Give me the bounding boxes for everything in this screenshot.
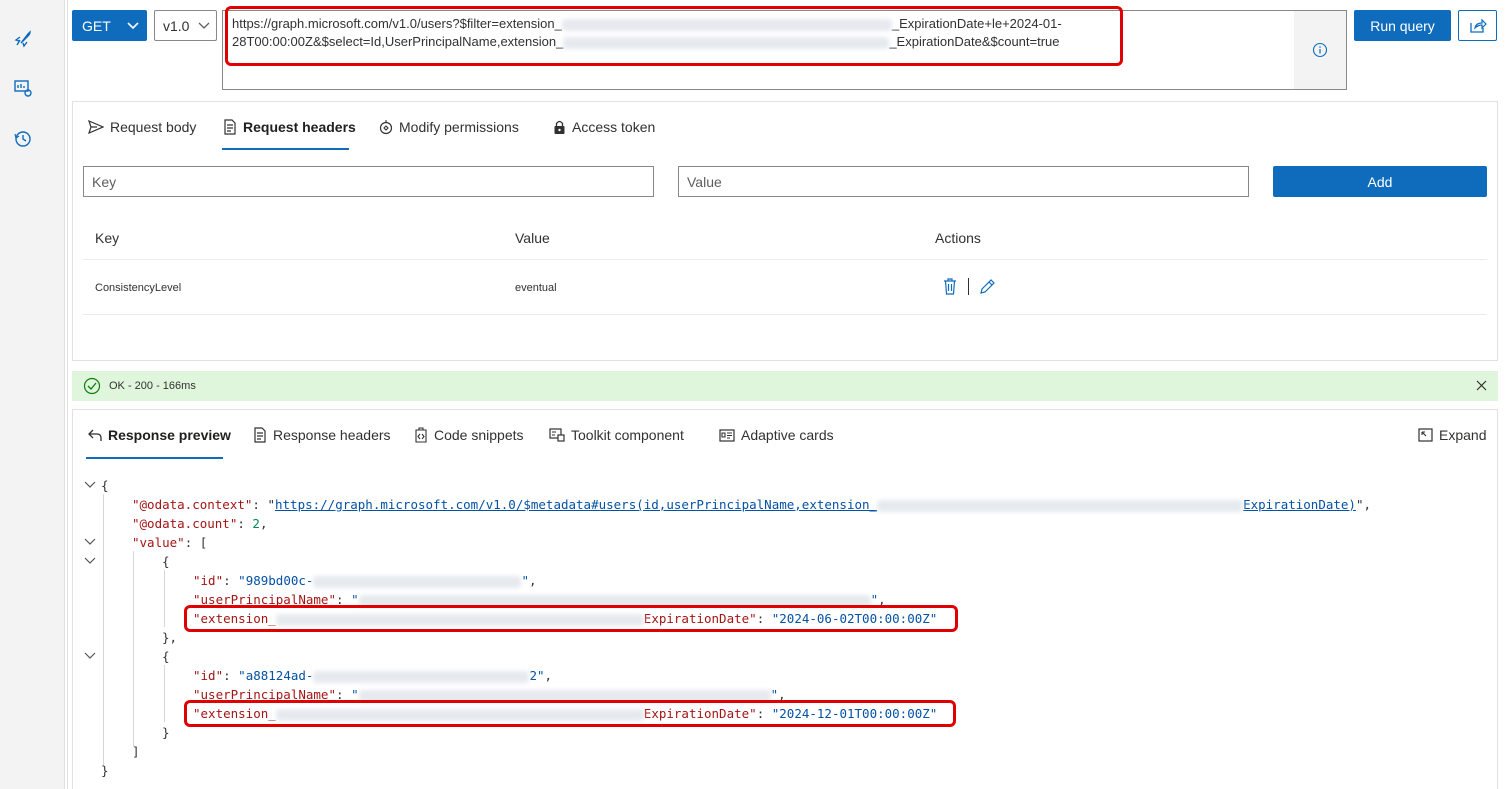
fold-chevron-icon[interactable] — [84, 480, 96, 490]
fold-chevron-icon[interactable] — [84, 537, 96, 547]
table-divider — [83, 314, 1487, 315]
json-line: } — [101, 763, 109, 778]
json-line: "@odata.context": "https://graph.microso… — [132, 497, 1372, 512]
tab-label: Response headers — [273, 427, 391, 443]
json-line: } — [162, 725, 170, 740]
close-icon[interactable] — [1476, 380, 1487, 391]
edit-icon[interactable] — [979, 278, 996, 295]
clipboard-code-icon — [415, 427, 427, 443]
history-icon[interactable] — [12, 128, 34, 150]
undo-arrow-icon — [88, 429, 102, 441]
json-line: { — [162, 649, 170, 664]
indent-guide — [103, 494, 104, 766]
sample-queries-icon[interactable] — [12, 77, 34, 99]
success-check-icon — [83, 377, 101, 395]
json-line: { — [101, 478, 109, 493]
add-header-button[interactable]: Add — [1273, 166, 1487, 197]
expand-button[interactable]: Expand — [1418, 427, 1486, 443]
table-divider — [83, 259, 1487, 260]
tab-request-body[interactable]: Request body — [88, 119, 196, 135]
indent-guide — [133, 551, 134, 747]
tab-label: Code snippets — [434, 427, 524, 443]
document-icon — [224, 119, 236, 135]
header-key-cell: ConsistencyLevel — [95, 282, 182, 294]
http-method-dropdown[interactable]: GET — [72, 10, 147, 41]
header-value-input[interactable]: Value — [678, 166, 1249, 197]
status-text: OK - 200 - 166ms — [109, 380, 196, 392]
tab-label: Modify permissions — [399, 119, 519, 135]
json-line: { — [162, 554, 170, 569]
json-key: "@odata.context" — [132, 497, 253, 512]
column-header-actions: Actions — [935, 230, 981, 246]
delete-icon[interactable] — [943, 278, 957, 295]
actions-separator — [968, 278, 969, 295]
url-highlight-box — [225, 6, 1123, 66]
url-info-area — [1294, 11, 1346, 89]
tab-access-token[interactable]: Access token — [553, 119, 655, 135]
request-panel — [72, 101, 1498, 361]
indent-guide — [164, 665, 165, 722]
active-tab-indicator — [86, 457, 223, 459]
column-header-key: Key — [95, 230, 120, 246]
tab-label: Request headers — [243, 119, 356, 135]
expand-icon — [1418, 428, 1433, 442]
api-version-label: v1.0 — [163, 17, 190, 34]
placeholder-text: Key — [92, 173, 117, 190]
rail-divider — [67, 0, 68, 789]
adaptive-card-icon — [719, 428, 735, 442]
fold-chevron-icon[interactable] — [84, 651, 96, 661]
info-icon[interactable] — [1312, 42, 1328, 58]
json-line: "id": "a88124ad- 2", — [193, 668, 553, 683]
expand-label: Expand — [1439, 427, 1487, 443]
permissions-icon — [379, 120, 393, 135]
tab-label: Access token — [572, 119, 656, 135]
tab-label: Toolkit component — [571, 427, 684, 443]
header-key-input[interactable]: Key — [83, 166, 654, 197]
tab-response-preview[interactable]: Response preview — [88, 427, 231, 443]
toolkit-icon — [549, 428, 565, 442]
left-rail — [0, 0, 65, 789]
json-line: ] — [132, 744, 140, 759]
placeholder-text: Value — [687, 173, 722, 190]
tab-label: Request body — [110, 119, 197, 135]
header-value-cell: eventual — [515, 282, 557, 294]
active-tab-indicator — [222, 148, 349, 150]
fold-chevron-icon[interactable] — [84, 556, 96, 566]
rocket-icon[interactable] — [12, 28, 34, 50]
odata-context-link[interactable]: https://graph.microsoft.com/v1.0/$metada… — [275, 497, 1356, 512]
document-icon — [254, 427, 266, 443]
tab-code-snippets[interactable]: Code snippets — [414, 427, 524, 443]
json-line: "id": "989bd00c- ", — [193, 573, 537, 588]
run-query-button[interactable]: Run query — [1354, 10, 1451, 41]
status-bar: OK - 200 - 166ms — [72, 371, 1498, 401]
http-method-label: GET — [82, 17, 111, 34]
tab-adaptive-cards[interactable]: Adaptive cards — [719, 427, 834, 443]
column-header-value: Value — [515, 230, 550, 246]
tab-modify-permissions[interactable]: Modify permissions — [379, 119, 519, 135]
extension-highlight-box — [184, 700, 956, 727]
share-button[interactable] — [1458, 10, 1497, 41]
tab-request-headers[interactable]: Request headers — [223, 119, 356, 135]
json-line: "value": [ — [132, 535, 208, 550]
json-number: 2 — [252, 516, 260, 531]
tab-response-headers[interactable]: Response headers — [253, 427, 391, 443]
tab-label: Response preview — [108, 427, 231, 443]
send-icon — [88, 120, 104, 134]
json-line: "@odata.count": 2, — [132, 516, 268, 531]
json-line: }, — [162, 630, 178, 645]
lock-icon — [554, 120, 565, 134]
json-key: "@odata.count" — [132, 516, 238, 531]
indent-guide — [164, 570, 165, 627]
tab-toolkit-component[interactable]: Toolkit component — [549, 427, 684, 443]
json-key: "value" — [132, 535, 185, 550]
chevron-down-icon — [127, 21, 139, 29]
share-icon — [1469, 18, 1487, 33]
api-version-dropdown[interactable]: v1.0 — [154, 10, 217, 41]
extension-highlight-box — [184, 605, 958, 632]
chevron-down-icon — [198, 22, 210, 29]
tab-label: Adaptive cards — [741, 427, 834, 443]
